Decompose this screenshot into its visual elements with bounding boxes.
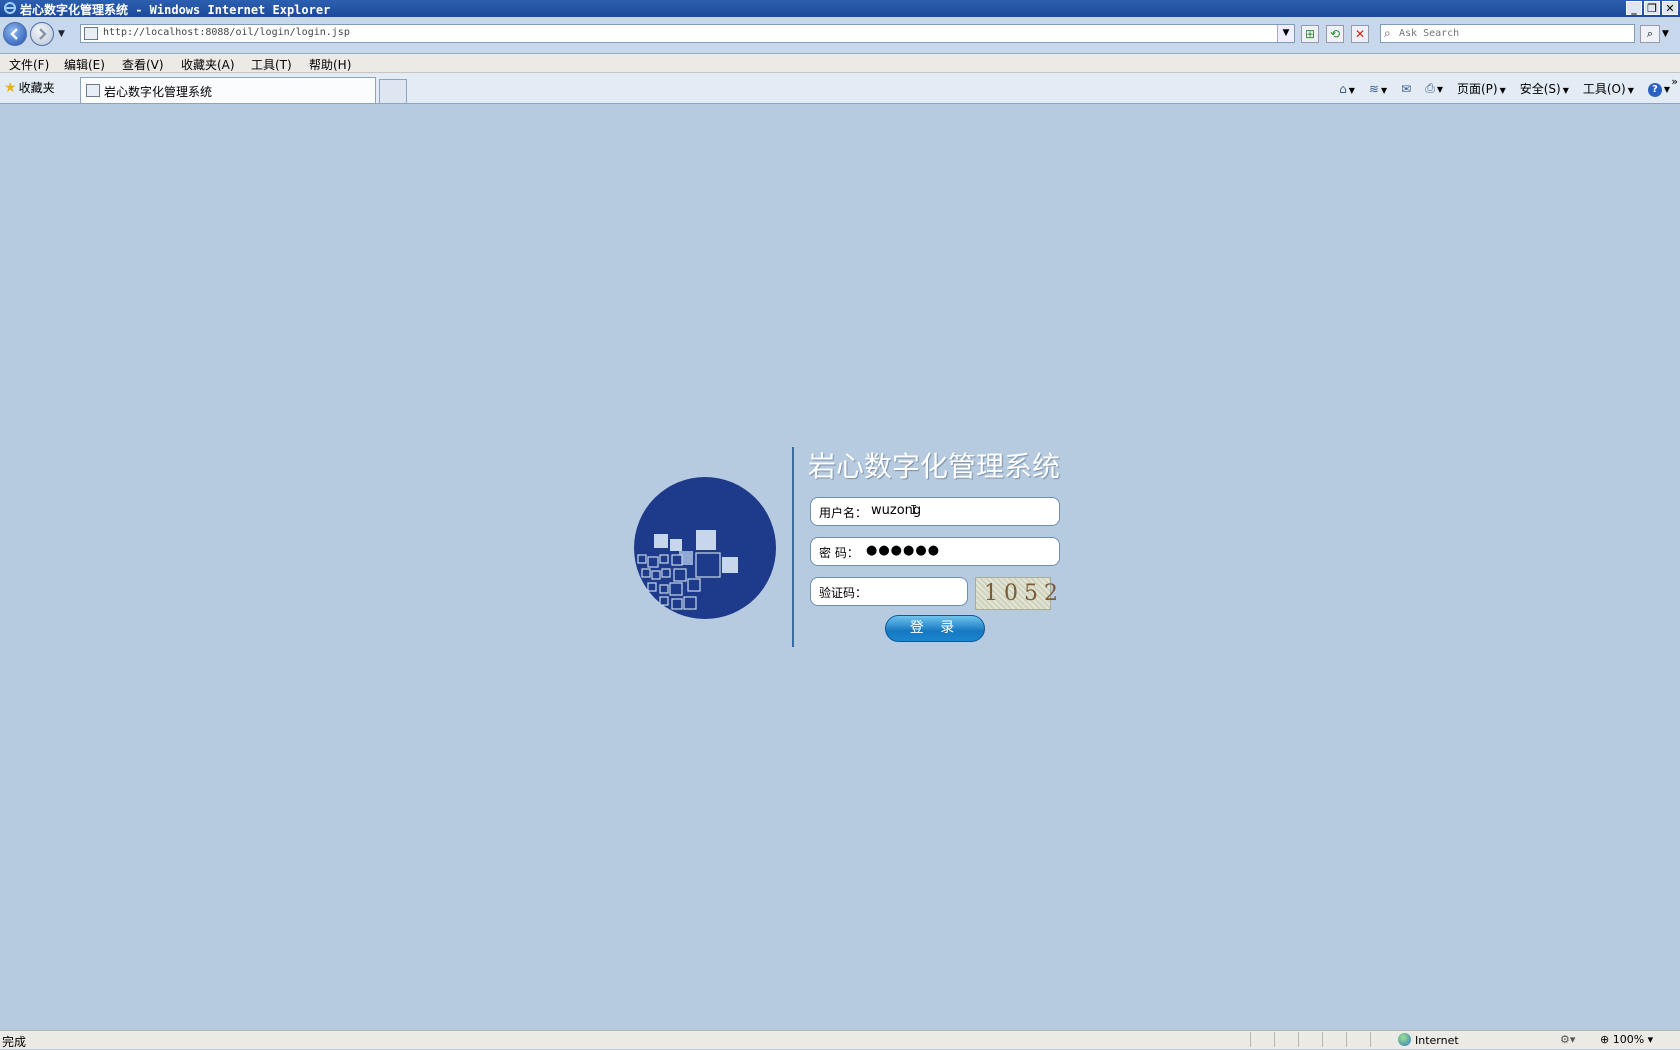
page-menu-button[interactable]: 页面(P) ▼ bbox=[1457, 80, 1506, 97]
read-mail-button[interactable]: ✉ bbox=[1401, 82, 1411, 96]
menu-view[interactable]: 查看(V) bbox=[122, 56, 164, 73]
globe-icon bbox=[1398, 1033, 1411, 1046]
tab-active[interactable]: 岩心数字化管理系统 bbox=[80, 77, 376, 103]
safety-menu-label: 安全(S) bbox=[1519, 82, 1561, 96]
arrow-left-icon bbox=[10, 28, 18, 40]
password-label: 密 码： bbox=[819, 546, 859, 560]
captcha-label: 验证码： bbox=[819, 586, 868, 600]
zone-label: Internet bbox=[1415, 1034, 1459, 1047]
page-menu-label: 页面(P) bbox=[1456, 82, 1498, 96]
username-label: 用户名： bbox=[819, 506, 868, 520]
login-divider bbox=[792, 447, 794, 647]
window-title-bar: 岩心数字化管理系统 - Windows Internet Explorer _ … bbox=[0, 0, 1680, 17]
home-button[interactable]: ⌂ ▼ bbox=[1339, 82, 1355, 96]
ie-logo-icon bbox=[4, 2, 16, 14]
url-dropdown-icon[interactable]: ▼ bbox=[1277, 25, 1294, 42]
page-icon bbox=[86, 84, 100, 97]
recent-pages-dropdown-icon[interactable]: ▼ bbox=[58, 29, 65, 39]
system-title: 岩心数字化管理系统 bbox=[808, 450, 1061, 483]
status-segment bbox=[1298, 1032, 1319, 1047]
page-content bbox=[0, 104, 1680, 1030]
search-icon: ⌕ bbox=[1384, 26, 1391, 40]
address-bar: ▼ http://localhost:8088/oil/login/login.… bbox=[0, 17, 1680, 54]
star-icon: ★ bbox=[4, 80, 17, 96]
print-button[interactable]: ⎙ ▼ bbox=[1425, 81, 1443, 96]
feeds-button[interactable]: ≋ ▼ bbox=[1369, 82, 1387, 96]
home-icon: ⌂ bbox=[1339, 81, 1347, 96]
protected-mode-icon[interactable]: ⚙▾ bbox=[1560, 1033, 1575, 1046]
menu-tools[interactable]: 工具(T) bbox=[251, 56, 292, 73]
captcha-image[interactable]: 1052 bbox=[975, 577, 1058, 610]
zoom-icon: ⊕ bbox=[1600, 1033, 1610, 1046]
captcha-field[interactable]: 验证码： bbox=[810, 577, 968, 606]
menu-file[interactable]: 文件(F) bbox=[9, 56, 49, 73]
mail-icon: ✉ bbox=[1401, 81, 1412, 96]
captcha-code: 1052 bbox=[984, 581, 1064, 606]
search-options-dropdown-icon[interactable]: ▼ bbox=[1662, 29, 1669, 39]
back-button[interactable] bbox=[3, 22, 27, 46]
status-text: 完成 bbox=[2, 1035, 27, 1049]
refresh-button[interactable]: ⟲ bbox=[1326, 25, 1344, 43]
password-value: ●●●●●● bbox=[866, 543, 941, 558]
status-segment bbox=[1370, 1032, 1391, 1047]
search-field[interactable]: ⌕ bbox=[1380, 24, 1635, 43]
favorites-bar: ★ 收藏夹 岩心数字化管理系统 ⌂ ▼ ≋ ▼ ✉ ⎙ ▼ 页面(P) ▼ 安全(S) ▼ … bbox=[0, 73, 1680, 104]
zoom-level: 100% bbox=[1612, 1033, 1645, 1046]
text-cursor-icon: I bbox=[910, 503, 918, 517]
forward-button[interactable] bbox=[30, 22, 54, 46]
password-field[interactable]: 密 码： ●●●●●● bbox=[810, 537, 1060, 566]
close-button[interactable]: ✕ bbox=[1662, 1, 1678, 15]
tools-menu-label: 工具(O) bbox=[1582, 82, 1626, 96]
username-field[interactable]: 用户名： wuzong bbox=[810, 497, 1060, 526]
command-bar: ⌂ ▼ ≋ ▼ ✉ ⎙ ▼ 页面(P) ▼ 安全(S) ▼ 工具(O) ▼ ? ▼ bbox=[1339, 80, 1670, 97]
status-segment bbox=[1274, 1032, 1295, 1047]
url-field[interactable]: http://localhost:8088/oil/login/login.js… bbox=[80, 24, 1295, 43]
help-button[interactable]: ? ▼ bbox=[1647, 81, 1670, 97]
url-text: http://localhost:8088/oil/login/login.js… bbox=[103, 27, 350, 38]
status-segment bbox=[1250, 1032, 1271, 1047]
search-input[interactable] bbox=[1399, 26, 1624, 41]
login-button[interactable]: 登 录 bbox=[885, 615, 985, 642]
page-icon bbox=[84, 27, 98, 40]
printer-icon: ⎙ bbox=[1425, 81, 1435, 95]
stop-button[interactable]: ✕ bbox=[1351, 25, 1369, 43]
zoom-button[interactable]: ⊕ 100% ▾ bbox=[1600, 1033, 1653, 1046]
new-tab-button[interactable] bbox=[379, 79, 407, 103]
tab-title: 岩心数字化管理系统 bbox=[104, 85, 213, 99]
menu-edit[interactable]: 编辑(E) bbox=[64, 56, 105, 73]
rss-icon: ≋ bbox=[1368, 81, 1379, 96]
restore-button[interactable]: ❐ bbox=[1644, 1, 1660, 15]
menu-bar: 文件(F) 编辑(E) 查看(V) 收藏夹(A) 工具(T) 帮助(H) bbox=[0, 54, 1680, 73]
status-segment bbox=[1322, 1032, 1343, 1047]
more-commands-icon[interactable]: » bbox=[1671, 75, 1678, 88]
security-zone[interactable]: Internet bbox=[1398, 1033, 1459, 1047]
status-bar: 完成 Internet ⚙▾ ⊕ 100% ▾ bbox=[0, 1030, 1680, 1049]
help-icon: ? bbox=[1647, 82, 1662, 97]
favorites-label: 收藏夹 bbox=[18, 81, 55, 95]
minimize-button[interactable]: _ bbox=[1626, 1, 1642, 15]
window-title: 岩心数字化管理系统 - Windows Internet Explorer bbox=[20, 3, 331, 17]
search-go-button[interactable]: ⌕ bbox=[1640, 25, 1660, 43]
system-logo bbox=[634, 477, 776, 619]
arrow-right-icon bbox=[39, 28, 47, 40]
status-segment bbox=[1346, 1032, 1367, 1047]
safety-menu-button[interactable]: 安全(S) ▼ bbox=[1520, 80, 1569, 97]
tools-menu-button[interactable]: 工具(O) ▼ bbox=[1583, 80, 1634, 97]
compatibility-view-button[interactable]: ⊞ bbox=[1301, 25, 1319, 43]
menu-help[interactable]: 帮助(H) bbox=[309, 56, 351, 73]
menu-favorites[interactable]: 收藏夹(A) bbox=[181, 56, 235, 73]
favorites-button[interactable]: ★ 收藏夹 bbox=[4, 79, 55, 96]
